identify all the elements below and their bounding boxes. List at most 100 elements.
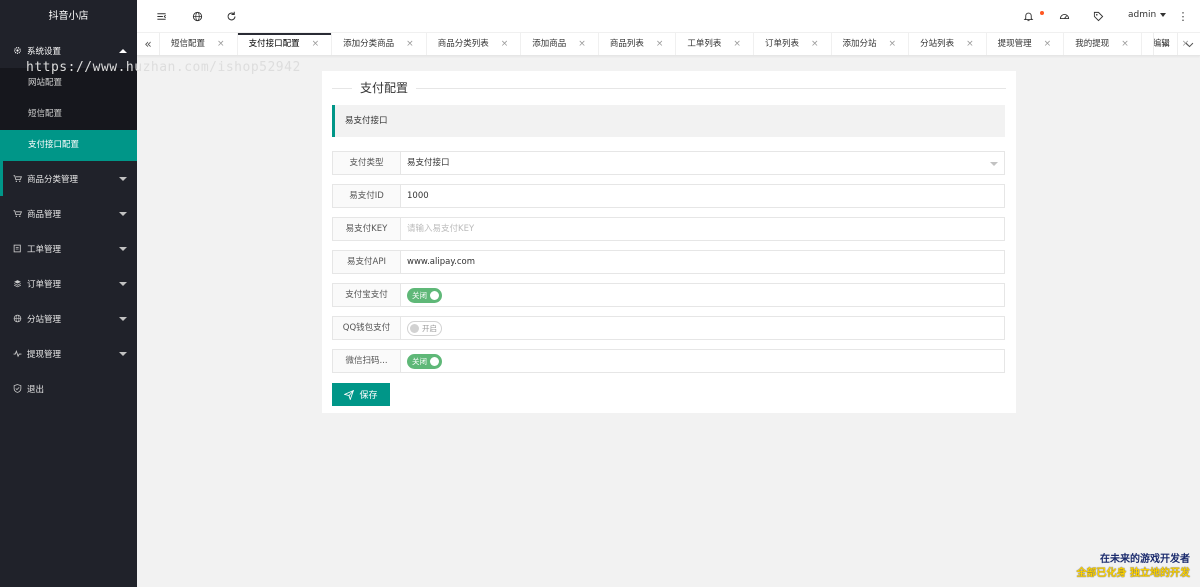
tabs-prev-button[interactable]: « xyxy=(137,33,160,55)
close-icon[interactable]: × xyxy=(811,33,819,55)
pay-id-row: 易支付ID 1000 xyxy=(332,184,1005,208)
toggle-text: 关闭 xyxy=(412,291,427,300)
tab-label: 我的提现 xyxy=(1075,39,1110,49)
tab-item[interactable]: 支付接口配置 × xyxy=(237,33,333,55)
tab-label: 分站列表 xyxy=(920,39,955,49)
form-legend: 支付配置 xyxy=(332,79,1006,99)
pay-key-input[interactable]: 请输入易支付KEY xyxy=(400,217,1005,241)
qqpay-field: 开启 xyxy=(400,316,1005,340)
pay-id-input[interactable]: 1000 xyxy=(400,184,1005,208)
globe-icon[interactable] xyxy=(191,10,203,22)
bell-icon[interactable] xyxy=(1022,10,1034,22)
tabs-next-button[interactable]: » xyxy=(1153,33,1176,55)
sidebar-item-order-management[interactable]: 订单管理 xyxy=(0,266,137,301)
menu-toggle-icon[interactable] xyxy=(155,10,167,22)
sidebar-item-label: 商品管理 xyxy=(27,209,62,220)
pay-type-select[interactable]: 易支付接口 xyxy=(400,151,1005,175)
tag-icon[interactable] xyxy=(1092,10,1104,22)
pay-key-label: 易支付KEY xyxy=(332,217,401,241)
tab-label: 商品列表 xyxy=(609,39,644,49)
tab-label: 添加分站 xyxy=(842,39,877,49)
tab-item[interactable]: 订单列表 × xyxy=(754,33,832,55)
corner-watermark-line1: 在未来的游戏开发者 xyxy=(1100,554,1190,565)
tab-label: 添加分类商品 xyxy=(343,39,395,49)
close-icon[interactable]: × xyxy=(312,33,320,55)
chevron-down-icon xyxy=(119,281,127,286)
sidebar-item-label: 系统设置 xyxy=(27,46,62,57)
tab-item[interactable]: 我的提现 × xyxy=(1064,33,1142,55)
sidebar-item-category-management[interactable]: 商品分类管理 xyxy=(0,161,137,196)
close-icon[interactable]: × xyxy=(889,33,897,55)
sidebar-subitem-sms-config[interactable]: 短信配置 xyxy=(0,99,137,130)
payment-config-card: 支付配置 易支付接口 支付类型 易支付接口 易支付ID 1000 易支付KEY … xyxy=(322,71,1016,413)
tab-item[interactable]: 短信配置 × xyxy=(160,33,238,55)
pay-type-value: 易支付接口 xyxy=(407,158,450,168)
close-icon[interactable]: × xyxy=(501,33,509,55)
pay-api-input[interactable]: www.alipay.com xyxy=(400,250,1005,274)
chevron-down-icon xyxy=(119,176,127,181)
tab-item[interactable]: 添加分站 × xyxy=(832,33,910,55)
close-icon[interactable]: × xyxy=(406,33,414,55)
tab-item[interactable]: 商品分类列表 × xyxy=(427,33,522,55)
layers-icon xyxy=(12,279,22,289)
toggle-text: 开启 xyxy=(422,324,437,333)
save-button-label: 保存 xyxy=(359,390,378,400)
sidebar-item-ticket-management[interactable]: 工单管理 xyxy=(0,231,137,266)
cart-icon xyxy=(12,209,22,219)
tab-item[interactable]: 添加商品 × xyxy=(521,33,599,55)
more-icon[interactable]: ⋮ xyxy=(1177,10,1189,23)
sidebar-submenu: 网站配置 短信配置 支付接口配置 xyxy=(0,68,137,161)
wxpay-toggle[interactable]: 关闭 xyxy=(407,354,442,369)
sidebar-item-system-settings[interactable]: 系统设置 xyxy=(0,33,137,68)
chevron-up-icon xyxy=(119,48,127,53)
toggle-knob xyxy=(430,291,439,300)
sidebar-subitem-site-config[interactable]: 网站配置 xyxy=(0,68,137,99)
tab-item[interactable]: 添加分类商品 × xyxy=(332,33,427,55)
sidebar-menu: 系统设置 网站配置 短信配置 支付接口配置 商品分类管理 商品管理 工单管理 订… xyxy=(0,33,137,406)
pay-key-row: 易支付KEY 请输入易支付KEY xyxy=(332,217,1005,241)
sidebar-item-label: 工单管理 xyxy=(27,244,62,255)
chevron-down-icon xyxy=(119,351,127,356)
refresh-icon[interactable] xyxy=(225,10,237,22)
sidebar-item-label: 商品分类管理 xyxy=(27,174,79,185)
tabs-bar: « 短信配置 × 支付接口配置 × 添加分类商品 × 商品分类列表 × 添加商品 × 商品列表 × 工单… xyxy=(137,33,1200,56)
username: admin xyxy=(1128,10,1157,20)
send-icon xyxy=(344,389,355,400)
tab-item[interactable]: 商品列表 × xyxy=(599,33,677,55)
tab-label: 提现管理 xyxy=(997,39,1032,49)
close-icon[interactable]: × xyxy=(733,33,741,55)
qqpay-toggle[interactable]: 开启 xyxy=(407,321,442,336)
tab-item[interactable]: 提现管理 × xyxy=(987,33,1065,55)
tab-label: 支付接口配置 xyxy=(248,39,300,49)
close-icon[interactable]: × xyxy=(1044,33,1052,55)
user-menu[interactable]: admin xyxy=(1128,10,1167,20)
alipay-label: 支付宝支付 xyxy=(332,283,401,307)
sidebar: 抖音小店 系统设置 网站配置 短信配置 支付接口配置 商品分类管理 商品管理 工… xyxy=(0,0,137,587)
close-icon[interactable]: × xyxy=(1121,33,1129,55)
toggle-knob xyxy=(430,357,439,366)
tabs-list: 短信配置 × 支付接口配置 × 添加分类商品 × 商品分类列表 × 添加商品 × 商品列表 × 工单列表… xyxy=(160,33,1200,55)
close-icon[interactable]: × xyxy=(966,33,974,55)
close-icon[interactable]: × xyxy=(656,33,664,55)
sidebar-subitem-payment-config[interactable]: 支付接口配置 xyxy=(0,130,137,161)
app-logo[interactable]: 抖音小店 xyxy=(0,0,137,33)
sidebar-item-substation-management[interactable]: 分站管理 xyxy=(0,301,137,336)
sidebar-item-product-management[interactable]: 商品管理 xyxy=(0,196,137,231)
tabs-dropdown-button[interactable] xyxy=(1177,33,1200,55)
tab-item[interactable]: 工单列表 × xyxy=(676,33,754,55)
save-button[interactable]: 保存 xyxy=(332,383,390,406)
close-icon[interactable]: × xyxy=(217,33,225,55)
tab-item[interactable]: 分站列表 × xyxy=(909,33,987,55)
qqpay-row: QQ钱包支付 开启 xyxy=(332,316,1005,340)
wxpay-field: 关闭 xyxy=(400,349,1005,373)
section-header: 易支付接口 xyxy=(332,105,1005,137)
gear-icon xyxy=(12,46,22,56)
alipay-toggle[interactable]: 关闭 xyxy=(407,288,442,303)
sidebar-item-logout[interactable]: 退出 xyxy=(0,371,137,406)
theme-icon[interactable] xyxy=(1058,10,1070,22)
close-icon[interactable]: × xyxy=(578,33,586,55)
chevron-down-icon xyxy=(119,246,127,251)
sidebar-item-withdraw-management[interactable]: 提现管理 xyxy=(0,336,137,371)
caret-down-icon xyxy=(1160,13,1167,17)
notification-dot xyxy=(1040,11,1044,15)
